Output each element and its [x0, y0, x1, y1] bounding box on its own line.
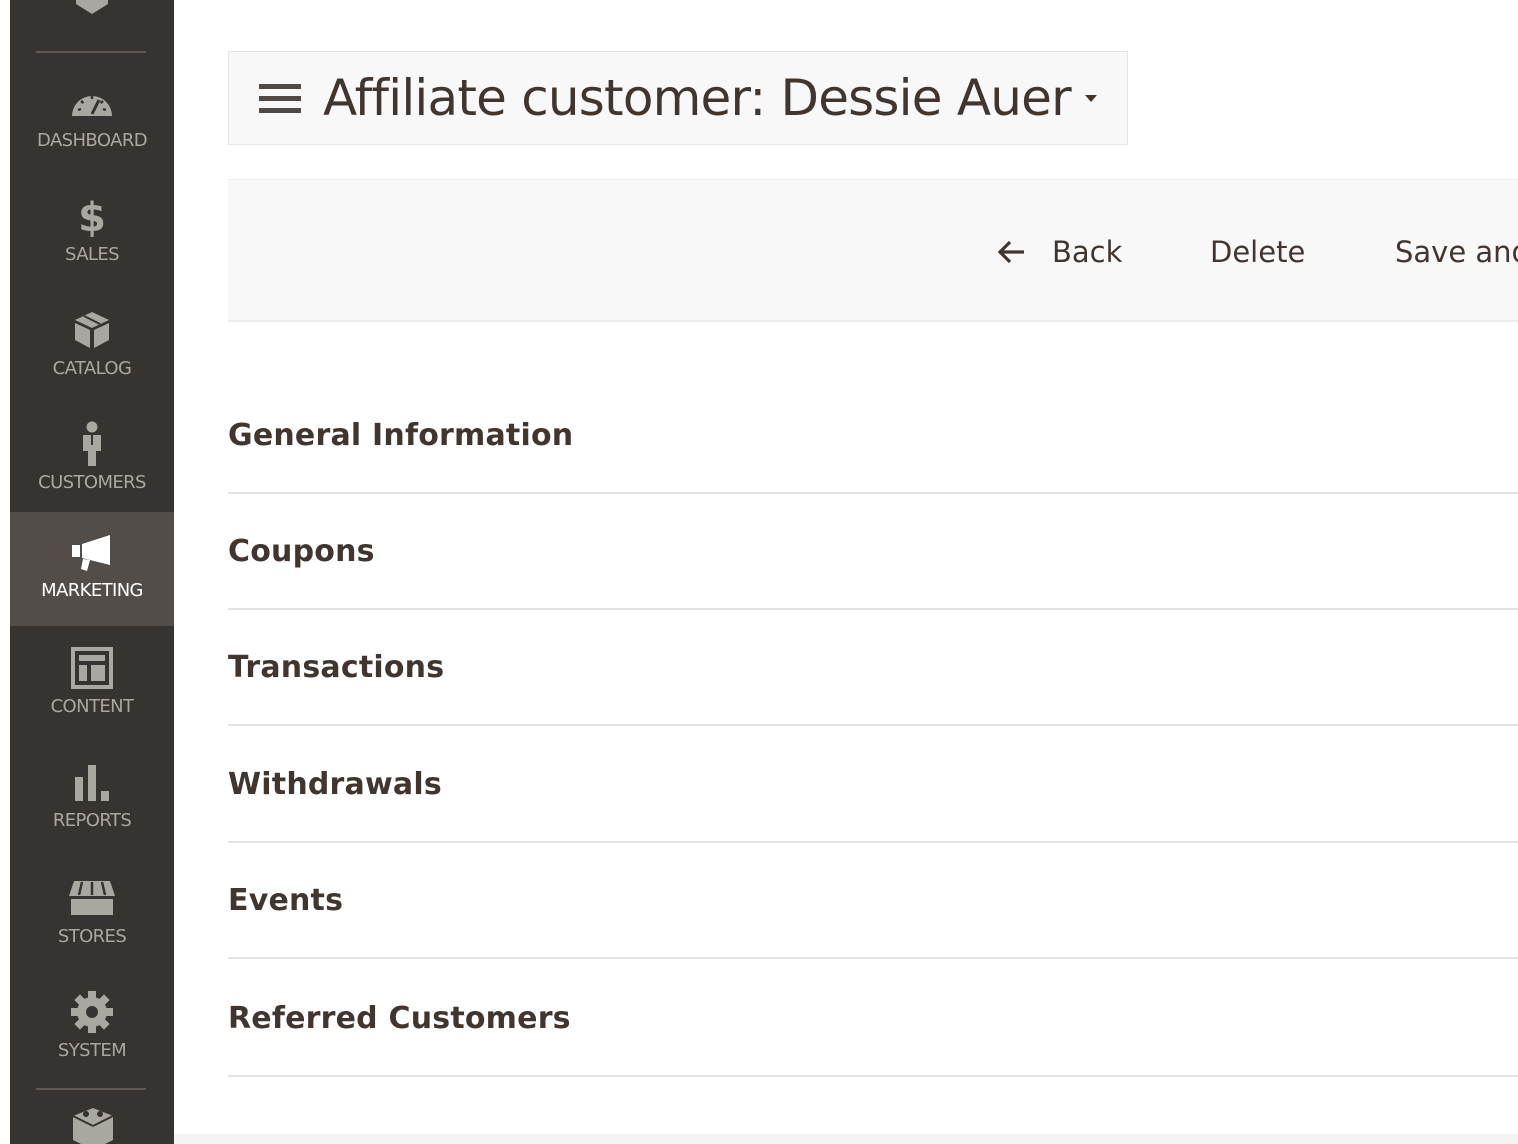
section-events[interactable]: Events	[228, 843, 1518, 959]
caret-down-icon[interactable]	[1084, 94, 1097, 102]
menu-icon[interactable]	[259, 78, 301, 118]
sidebar-item-content[interactable]: CONTENT	[10, 628, 174, 742]
save-button-label: Save and	[1395, 235, 1518, 269]
gear-icon	[68, 990, 116, 1034]
main-content: Affiliate customer: Dessie Auer Back Del…	[174, 0, 1518, 1144]
layout-icon	[68, 646, 116, 690]
sidebar-item-label: REPORTS	[52, 810, 132, 831]
sidebar-item-marketing[interactable]: MARKETING	[10, 512, 174, 626]
box-icon	[68, 308, 116, 352]
extensions-icon[interactable]	[70, 1104, 116, 1144]
section-title: General Information	[228, 417, 574, 453]
logo-icon[interactable]	[72, 0, 112, 20]
sidebar-item-label: SALES	[65, 244, 120, 265]
section-title: Referred Customers	[228, 1000, 571, 1036]
sidebar-item-system[interactable]: SYSTEM	[10, 972, 174, 1086]
arrow-left-icon	[996, 237, 1026, 267]
page-title: Affiliate customer: Dessie Auer	[323, 69, 1072, 127]
page-title-bar: Affiliate customer: Dessie Auer	[228, 51, 1128, 145]
delete-button[interactable]: Delete	[1210, 230, 1305, 274]
sidebar-item-dashboard[interactable]: DASHBOARD	[10, 62, 174, 176]
dashboard-icon	[68, 80, 116, 124]
sidebar-item-label: STORES	[57, 926, 127, 947]
sidebar-divider	[36, 51, 146, 53]
section-title: Events	[228, 882, 344, 918]
page-actions-bar: Back Delete Save and	[228, 179, 1518, 322]
section-withdrawals[interactable]: Withdrawals	[228, 727, 1518, 843]
section-referred-customers[interactable]: Referred Customers	[228, 961, 1518, 1077]
svg-text:$: $	[78, 195, 106, 237]
footer-edge	[174, 1134, 1518, 1144]
section-title: Transactions	[228, 649, 445, 685]
left-gutter	[0, 0, 10, 1144]
dollar-icon: $	[68, 194, 116, 238]
delete-button-label: Delete	[1210, 235, 1306, 269]
storefront-icon	[68, 876, 116, 920]
admin-page: DASHBOARD $ SALES CATALOG CUSTOMERS MARK…	[0, 0, 1518, 1144]
section-title: Withdrawals	[228, 766, 442, 802]
back-button-label: Back	[1052, 235, 1123, 269]
sidebar-item-label: SYSTEM	[57, 1040, 127, 1061]
sidebar-item-label: DASHBOARD	[37, 130, 148, 151]
megaphone-icon	[68, 530, 116, 574]
sidebar-item-sales[interactable]: $ SALES	[10, 176, 174, 290]
section-transactions[interactable]: Transactions	[228, 610, 1518, 726]
sidebar-item-label: MARKETING	[41, 580, 143, 601]
bar-chart-icon	[68, 760, 116, 804]
sidebar-item-reports[interactable]: REPORTS	[10, 742, 174, 856]
section-coupons[interactable]: Coupons	[228, 494, 1518, 610]
admin-sidebar: DASHBOARD $ SALES CATALOG CUSTOMERS MARK…	[10, 0, 174, 1144]
save-and-continue-button[interactable]: Save and	[1395, 230, 1518, 274]
sidebar-item-label: CONTENT	[50, 696, 134, 717]
sidebar-item-catalog[interactable]: CATALOG	[10, 290, 174, 404]
person-icon	[68, 421, 116, 466]
sidebar-divider	[36, 1088, 146, 1090]
sidebar-item-label: CATALOG	[52, 358, 132, 379]
sidebar-item-label: CUSTOMERS	[38, 472, 146, 493]
sidebar-item-customers[interactable]: CUSTOMERS	[10, 404, 174, 518]
section-title: Coupons	[228, 533, 375, 569]
section-general-information[interactable]: General Information	[228, 378, 1518, 494]
sidebar-item-stores[interactable]: STORES	[10, 858, 174, 972]
back-button[interactable]: Back	[996, 230, 1122, 274]
